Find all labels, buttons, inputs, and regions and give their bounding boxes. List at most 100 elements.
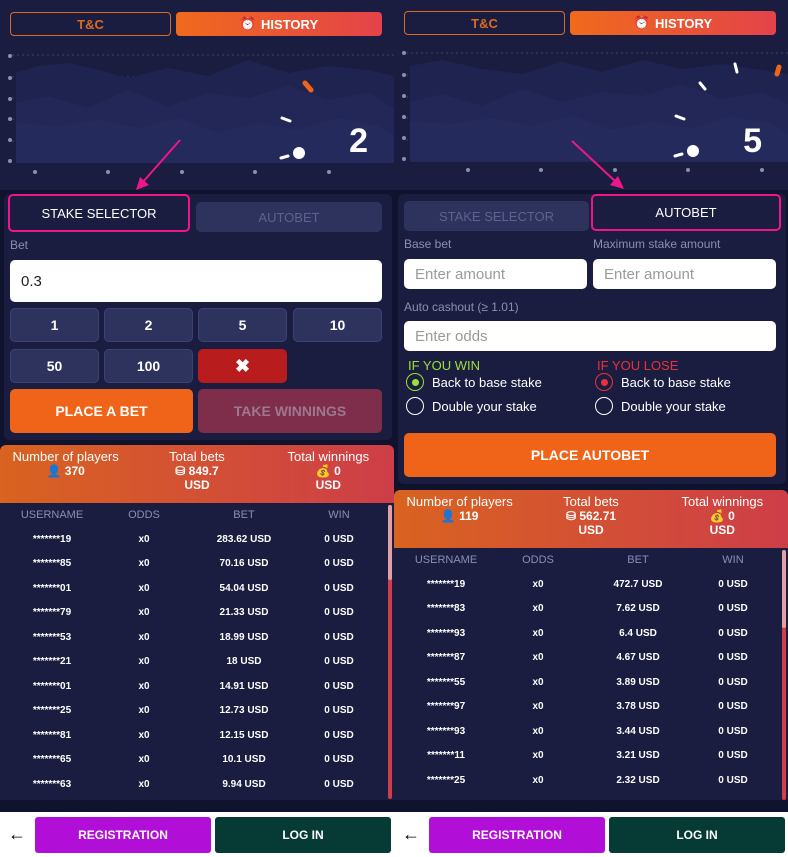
table-row: *******19 x0 283.62 USD 0 USD [0,527,394,552]
tab-label: AUTOBET [655,205,717,220]
cell-username: *******85 [32,558,72,570]
auto-cashout-input[interactable]: Enter odds [404,321,776,351]
cell-win: 0 USD [324,582,354,594]
scrollbar[interactable] [388,505,392,799]
tab-stake-selector[interactable]: STAKE SELECTOR [404,201,589,231]
login-button[interactable]: LOG IN [215,816,391,853]
cell-win: 0 USD [718,774,748,786]
arrow-left-icon[interactable]: ← [0,824,34,845]
stat-value: 0 [334,464,341,478]
footer: ← REGISTRATION LOG IN [0,812,394,857]
chip-100[interactable]: 100 [104,349,193,383]
col-username: USERNAME [20,509,84,521]
radio-unchecked-icon [595,397,613,415]
game-area: T&C ⏰ HISTORY 2 [0,0,394,190]
cell-odds: x0 [138,778,150,790]
col-bet: BET [233,509,255,521]
cell-odds: x0 [138,754,150,766]
cell-bet: 14.91 USD [219,680,269,692]
cell-win: 0 USD [718,701,748,713]
chip-1[interactable]: 1 [10,308,99,342]
cell-bet: 18.99 USD [219,631,269,643]
lose-back-to-base-radio[interactable]: Back to base stake [595,373,731,391]
tab-autobet[interactable]: AUTOBET [591,194,781,231]
history-button[interactable]: ⏰ HISTORY [570,11,776,35]
bets-table: USERNAME ODDS BET WIN *******19 x0 472.7 U… [394,548,788,800]
place-bet-button[interactable]: PLACE A BET [10,389,193,433]
multiplier-display: 5 [743,122,762,160]
cell-username: *******93 [426,725,466,737]
scrollbar[interactable] [782,550,786,800]
tab-label: AUTOBET [258,209,320,225]
tab-label: STAKE SELECTOR [41,205,157,221]
tab-autobet[interactable]: AUTOBET [196,202,382,232]
registration-button[interactable]: REGISTRATION [35,816,211,853]
scrollbar-thumb[interactable] [388,505,392,580]
scrollbar-thumb[interactable] [782,550,786,628]
clear-bet-button[interactable]: ✖ [198,349,287,383]
tc-button[interactable]: T&C [404,11,565,35]
stat-currency: USD [184,478,210,492]
if-win-label: IF YOU WIN [408,358,480,373]
money-bag-icon: 💰 [315,464,331,478]
table-row: *******93 x0 3.44 USD 0 USD [394,719,788,744]
base-bet-input[interactable]: Enter amount [404,259,587,289]
cell-odds: x0 [138,582,150,594]
cell-win: 0 USD [324,533,354,545]
place-autobet-button[interactable]: PLACE AUTOBET [404,433,776,477]
table-body: *******19 x0 472.7 USD 0 USD *******83 x0 7.62… [394,572,788,793]
base-bet-label: Base bet [404,237,452,251]
cell-odds: x0 [138,533,150,545]
col-odds: ODDS [128,509,160,521]
chip-50[interactable]: 50 [10,349,99,383]
tab-stake-selector[interactable]: STAKE SELECTOR [8,194,190,232]
cell-win: 0 USD [718,725,748,737]
cell-username: *******19 [426,578,466,590]
max-stake-input[interactable]: Enter amount [593,259,776,289]
chip-10[interactable]: 10 [293,308,382,342]
cell-win: 0 USD [718,750,748,762]
lose-double-radio[interactable]: Double your stake [595,397,726,415]
history-label: HISTORY [261,16,319,32]
auto-cashout-label: Auto cashout (≥ 1.01) [404,300,519,314]
cell-win: 0 USD [718,627,748,639]
cell-win: 0 USD [324,778,354,790]
history-button[interactable]: ⏰ HISTORY [176,12,382,36]
cell-bet: 70.16 USD [219,558,269,570]
col-odds: ODDS [522,554,554,566]
cell-username: *******55 [426,676,466,688]
cell-win: 0 USD [718,578,748,590]
cell-odds: x0 [532,774,544,786]
registration-button[interactable]: REGISTRATION [429,816,605,853]
stat-value: 849.7 [188,464,219,478]
chip-2[interactable]: 2 [104,308,193,342]
table-row: *******87 x0 4.67 USD 0 USD [394,646,788,671]
bet-input[interactable]: 0.3 [10,260,382,302]
history-label: HISTORY [655,15,713,31]
cell-username: *******83 [426,603,466,615]
right-panel: T&C ⏰ HISTORY 5 STAKE SELECTOR AUTOBET B… [394,0,788,857]
col-username: USERNAME [414,554,478,566]
cell-odds: x0 [138,705,150,717]
cell-win: 0 USD [324,607,354,619]
user-icon: 👤 [440,509,456,523]
win-back-to-base-radio[interactable]: Back to base stake [406,373,542,391]
alarm-clock-icon: ⏰ [239,16,257,31]
cell-odds: x0 [532,652,544,664]
stats-bar: Number of players 👤 370 Total bets ⛁ 849.7… [0,445,394,503]
col-win: WIN [722,554,744,566]
cell-bet: 3.21 USD [616,750,660,762]
stat-winnings: Total winnings 💰 0 USD [263,445,394,503]
cell-win: 0 USD [324,656,354,668]
table-row: *******25 x0 2.32 USD 0 USD [394,768,788,793]
chip-5[interactable]: 5 [198,308,287,342]
table-row: *******01 x0 54.04 USD 0 USD [0,576,394,601]
take-winnings-button[interactable]: TAKE WINNINGS [198,389,382,433]
cell-win: 0 USD [324,680,354,692]
cell-bet: 9.94 USD [222,778,266,790]
cell-username: *******65 [32,754,72,766]
arrow-left-icon[interactable]: ← [394,824,428,845]
login-button[interactable]: LOG IN [609,816,785,853]
win-double-radio[interactable]: Double your stake [406,397,537,415]
tc-button[interactable]: T&C [10,12,171,36]
